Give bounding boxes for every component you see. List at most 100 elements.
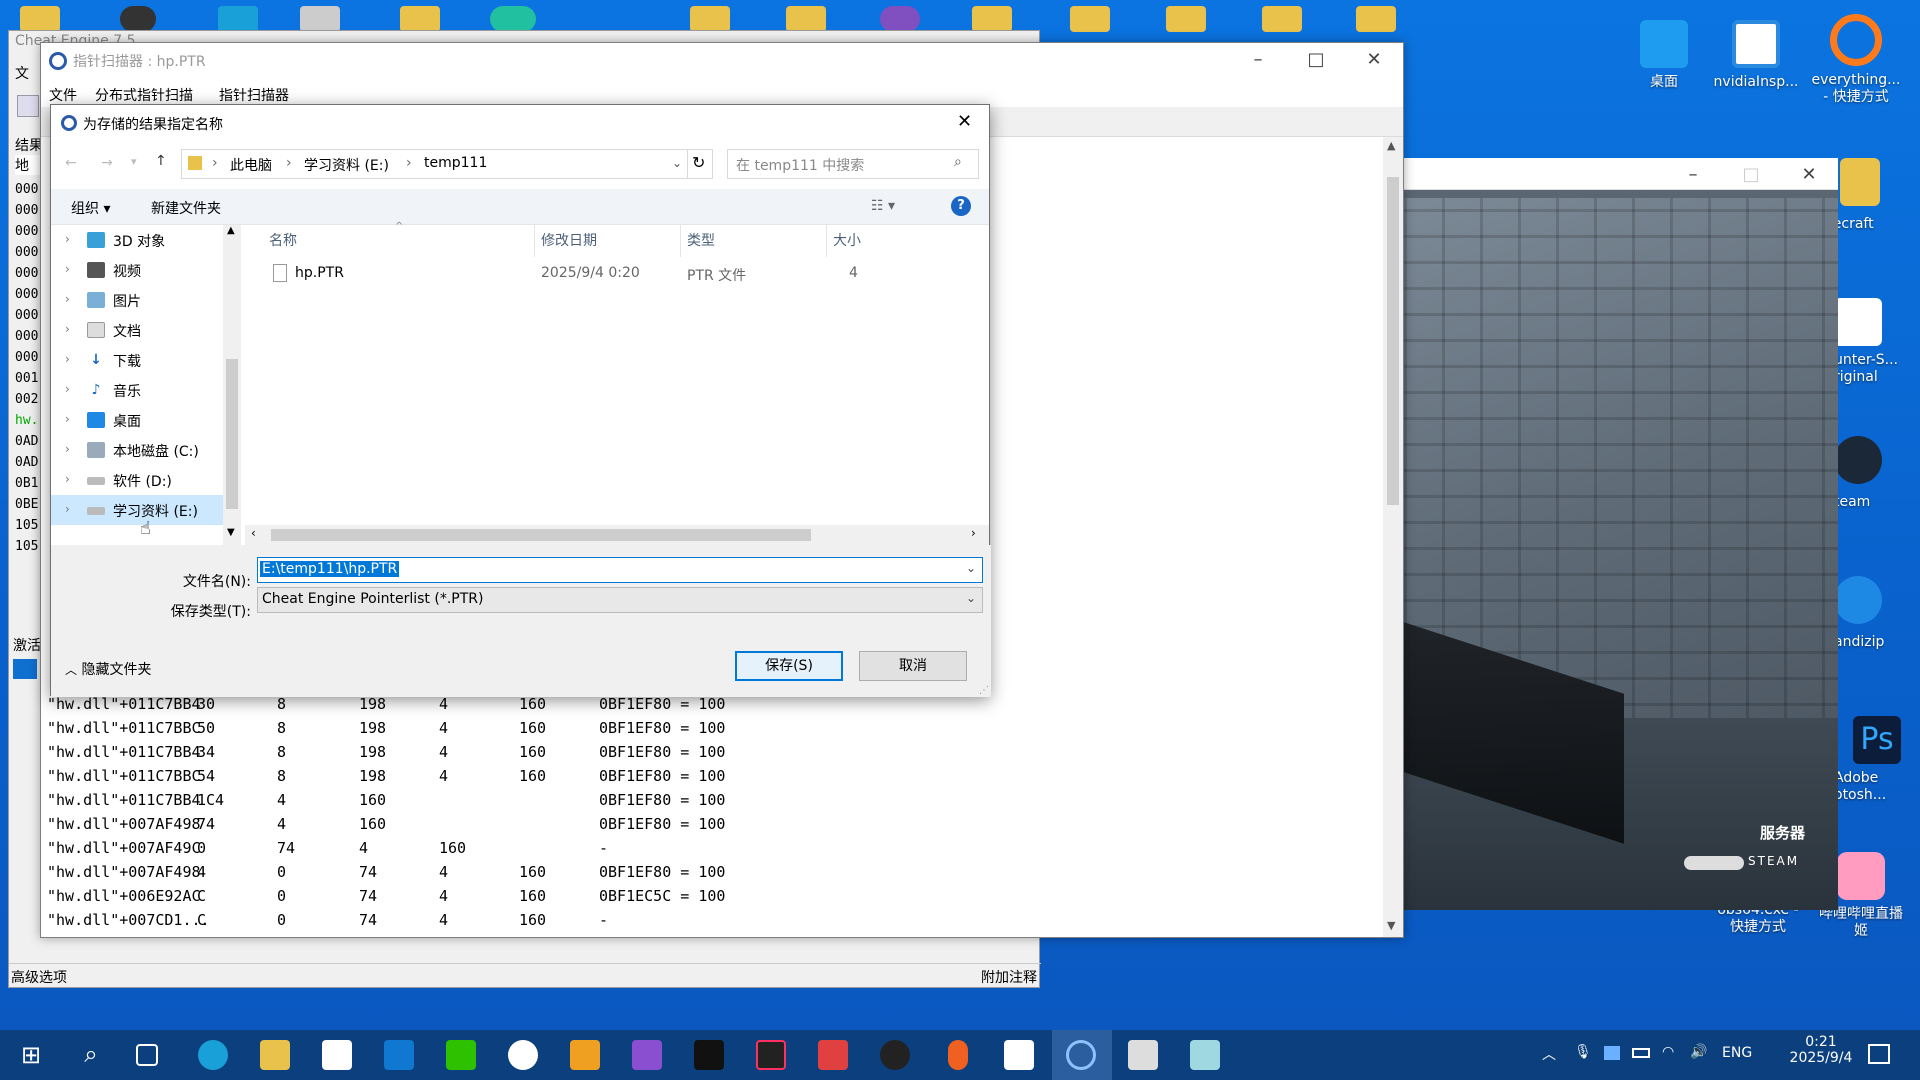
microphone-tray-icon[interactable]: 🎙 <box>1574 1044 1592 1060</box>
nav-item-videos[interactable]: › 视频 <box>51 255 231 285</box>
table-row[interactable]: "hw.dll"+007AF498 74 4 160 0BF1EF80 = 100 <box>47 815 725 839</box>
cancel-button[interactable]: 取消 <box>859 651 967 681</box>
app-icon[interactable] <box>694 1040 724 1070</box>
edge-icon[interactable] <box>198 1040 228 1070</box>
app-icon[interactable] <box>300 6 340 32</box>
search-icon[interactable]: ⌕ <box>76 1040 106 1070</box>
folder-icon[interactable] <box>1262 6 1302 32</box>
windows-start-icon[interactable]: ⊞ <box>16 1040 46 1070</box>
language-indicator[interactable]: ENG <box>1722 1045 1752 1061</box>
desktop-icon-counter-strike[interactable]: unter-S... riginal <box>1834 298 1920 386</box>
process-icon[interactable] <box>17 95 39 117</box>
column-header-size[interactable]: 大小 <box>827 225 907 257</box>
breadcrumb-drive[interactable]: 学习资料 (E:) <box>304 155 389 175</box>
volume-icon[interactable]: 🔊 <box>1690 1044 1707 1060</box>
close-icon[interactable]: ✕ <box>957 111 972 132</box>
scrollbar-thumb[interactable] <box>271 529 811 541</box>
column-header-type[interactable]: 类型 <box>681 225 827 257</box>
desktop-icon-everything[interactable]: everything... - 快捷方式 <box>1808 14 1904 106</box>
scrollbar-thumb[interactable] <box>1387 177 1399 505</box>
organize-button[interactable]: 组织 ▾ <box>71 198 110 218</box>
table-row[interactable]: "hw.dll"+011C7BB4 1C4 4 160 0BF1EF80 = 100 <box>47 791 725 815</box>
maximize-icon[interactable]: □ <box>1722 158 1780 192</box>
horizontal-scrollbar[interactable]: ‹ › <box>245 525 989 545</box>
search-input[interactable]: 在 temp111 中搜索 ⌕ <box>727 149 979 179</box>
chevron-up-icon[interactable]: ▲ <box>1387 139 1395 152</box>
chevron-up-icon[interactable]: ︿ <box>1542 1044 1556 1064</box>
folder-icon[interactable] <box>1356 6 1396 32</box>
filetype-select[interactable]: Cheat Engine Pointerlist (*.PTR) ⌄ <box>257 587 983 613</box>
new-folder-button[interactable]: 新建文件夹 <box>151 198 221 218</box>
minimize-icon[interactable]: – <box>1229 43 1287 77</box>
maximize-icon[interactable]: □ <box>1287 43 1345 77</box>
pointer-scanner-titlebar[interactable]: 指针扫描器 : hp.PTR – □ ✕ <box>41 43 1403 79</box>
minimize-icon[interactable]: – <box>1664 158 1722 192</box>
folder-icon[interactable] <box>786 6 826 32</box>
table-row[interactable]: "hw.dll"+011C7BB4 34 8 198 4 160 0BF1EF80 = 10… <box>47 743 725 767</box>
nav-item-desktop[interactable]: › 桌面 <box>51 405 231 435</box>
chevron-down-icon[interactable]: ⌄ <box>966 561 976 575</box>
add-comments-link[interactable]: 附加注释 <box>981 967 1037 987</box>
clock[interactable]: 0:21 2025/9/4 <box>1786 1034 1856 1066</box>
outlook-icon[interactable] <box>384 1040 414 1070</box>
nav-item-software-d[interactable]: › 软件 (D:) <box>51 465 231 495</box>
wechat-icon[interactable] <box>446 1040 476 1070</box>
store-icon[interactable] <box>322 1040 352 1070</box>
chevron-down-icon[interactable]: ▼ <box>1387 919 1395 932</box>
help-icon[interactable]: ? <box>951 196 971 216</box>
table-row[interactable]: "hw.dll"+011C7BBC 54 8 198 4 160 0BF1EF80 = 10… <box>47 767 725 791</box>
address-bar[interactable]: › 此电脑 › 学习资料 (E:) › temp111 ⌄ <box>181 149 713 179</box>
breadcrumb-this-pc[interactable]: 此电脑 <box>230 155 272 175</box>
table-row[interactable]: "hw.dll"+011C7BBC 50 8 198 4 160 0BF1EF80 = 10… <box>47 719 725 743</box>
folder-icon[interactable] <box>400 6 440 32</box>
app-icon[interactable] <box>120 6 156 32</box>
chevron-down-icon[interactable]: ⌄ <box>966 591 976 605</box>
resize-grip-icon[interactable]: ⋰ <box>979 685 989 696</box>
nav-item-3d-objects[interactable]: › 3D 对象 <box>51 225 231 255</box>
jetbrains-icon[interactable] <box>756 1040 786 1070</box>
app-icon[interactable] <box>818 1040 848 1070</box>
table-row[interactable]: "hw.dll"+007CD1... C 0 74 4 160- <box>47 911 608 935</box>
menu-distributed-scan[interactable]: 分布式指针扫描 <box>95 85 193 105</box>
search-icon[interactable]: ⌕ <box>954 154 962 170</box>
menu-file[interactable]: 文件 <box>49 85 77 105</box>
chevron-up-icon[interactable]: ▲ <box>227 225 235 236</box>
game-window-titlebar[interactable]: – □ ✕ <box>1404 158 1838 190</box>
desktop-icon-photoshop[interactable]: Ps Adobe otosh... <box>1834 716 1920 804</box>
close-icon[interactable]: ✕ <box>1780 158 1838 192</box>
app-icon[interactable] <box>1190 1040 1220 1070</box>
nav-item-local-disk-c[interactable]: › 本地磁盘 (C:) <box>51 435 231 465</box>
hide-folders-toggle[interactable]: ︿ 隐藏文件夹 <box>65 659 151 679</box>
app-icon[interactable] <box>490 6 536 32</box>
table-row[interactable]: "hw.dll"+011C7BB4 30 8 198 4 160 0BF1EF80 = 10… <box>47 695 725 719</box>
refresh-button[interactable]: ↻ <box>687 149 711 179</box>
close-icon[interactable]: ✕ <box>1345 43 1403 77</box>
app-icon[interactable] <box>1128 1040 1158 1070</box>
table-row[interactable]: "hw.dll"+007AF49C 0 74 4 160- <box>47 839 608 863</box>
desktop-icon-nvidia[interactable]: nvidiaInsp... <box>1708 20 1804 91</box>
scrollbar-thumb[interactable] <box>226 359 238 509</box>
list-item[interactable]: hp.PTR 2025/9/4 0:20 PTR 文件 4 <box>265 261 985 287</box>
activate-checkbox[interactable] <box>13 659 37 679</box>
dialog-titlebar[interactable]: 为存储的结果指定名称 ✕ <box>51 105 989 141</box>
column-header-date[interactable]: 修改日期 <box>535 225 681 257</box>
nav-item-music[interactable]: › ♪ 音乐 <box>51 375 231 405</box>
chevron-down-icon[interactable]: ⌄ <box>672 156 682 170</box>
chevron-left-icon[interactable]: ‹ <box>251 526 256 540</box>
game-window[interactable]: 服务器 STEAM <box>1404 158 1838 910</box>
app-icon[interactable] <box>570 1040 600 1070</box>
display-tray-icon[interactable] <box>1604 1046 1620 1060</box>
table-row[interactable]: "hw.dll"+007AF498 4 0 74 4 160 0BF1EF80 = 100 <box>47 863 725 887</box>
file-explorer-icon[interactable] <box>260 1040 290 1070</box>
task-view-icon[interactable] <box>136 1044 158 1066</box>
chevron-down-icon[interactable]: ▾ <box>131 155 137 168</box>
save-button[interactable]: 保存(S) <box>735 651 843 681</box>
nav-scrollbar[interactable]: ▲ ▼ <box>223 225 241 545</box>
filename-input[interactable]: E:\temp111\hp.PTR ⌄ <box>257 557 983 583</box>
desktop-icon-bandizip[interactable]: andizip <box>1834 576 1920 651</box>
microphone-icon[interactable] <box>948 1040 968 1070</box>
folder-icon[interactable] <box>972 6 1012 32</box>
notification-icon[interactable] <box>1868 1044 1890 1064</box>
vertical-scrollbar[interactable]: ▲ ▼ <box>1383 137 1403 937</box>
cheat-engine-icon[interactable] <box>1066 1040 1096 1070</box>
